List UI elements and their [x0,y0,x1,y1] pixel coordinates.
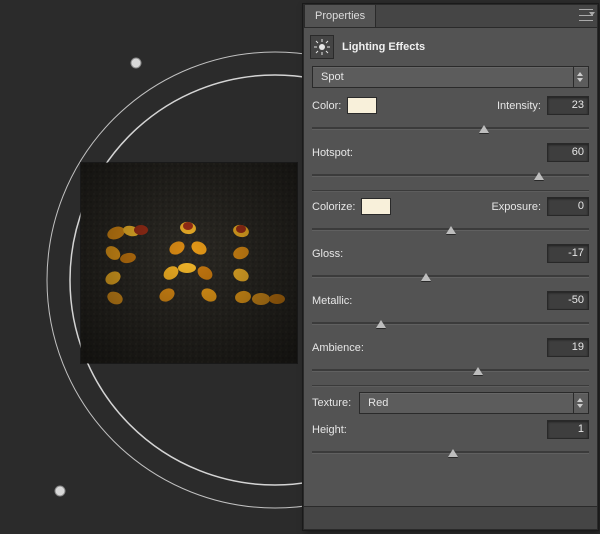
texture-select[interactable]: Red [359,392,589,414]
panel-body: Spot Color: Intensity: 23 Hotspot: 60 Co… [304,66,597,506]
intensity-input[interactable]: 23 [547,96,589,115]
intensity-slider[interactable] [312,121,589,135]
panel-title: Lighting Effects [342,41,425,53]
properties-panel: Properties Lighting Effects Spot [303,4,598,530]
tab-properties[interactable]: Properties [304,4,376,27]
gloss-label: Gloss: [312,248,343,260]
exposure-slider[interactable] [312,222,589,236]
metallic-label: Metallic: [312,295,352,307]
ambience-label: Ambience: [312,342,364,354]
colorize-label: Colorize: [312,201,355,213]
metallic-input[interactable]: -50 [547,291,589,310]
panel-header: Properties [304,5,597,28]
colorize-swatch[interactable] [361,198,391,215]
light-type-select[interactable]: Spot [312,66,589,88]
hotspot-label: Hotspot: [312,147,353,159]
intensity-label: Intensity: [497,100,541,112]
hotspot-input[interactable]: 60 [547,143,589,162]
filter-preview [81,163,297,363]
color-label: Color: [312,100,341,112]
panel-footer [304,506,597,529]
light-type-value: Spot [321,71,344,83]
height-label: Height: [312,424,347,436]
height-input[interactable]: 1 [547,420,589,439]
color-swatch[interactable] [347,97,377,114]
hotspot-slider[interactable] [312,168,589,182]
separator [312,385,589,386]
texture-label: Texture: [312,397,351,409]
gloss-slider[interactable] [312,269,589,283]
lighting-effects-icon [310,35,334,59]
exposure-input[interactable]: 0 [547,197,589,216]
panel-menu-icon[interactable] [579,9,593,21]
separator [312,190,589,191]
ambience-input[interactable]: 19 [547,338,589,357]
texture-value: Red [368,397,388,409]
exposure-label: Exposure: [491,201,541,213]
tab-label: Properties [315,10,365,22]
panel-title-row: Lighting Effects [304,28,597,66]
metallic-slider[interactable] [312,316,589,330]
ambience-slider[interactable] [312,363,589,377]
height-slider[interactable] [312,445,589,459]
gloss-input[interactable]: -17 [547,244,589,263]
